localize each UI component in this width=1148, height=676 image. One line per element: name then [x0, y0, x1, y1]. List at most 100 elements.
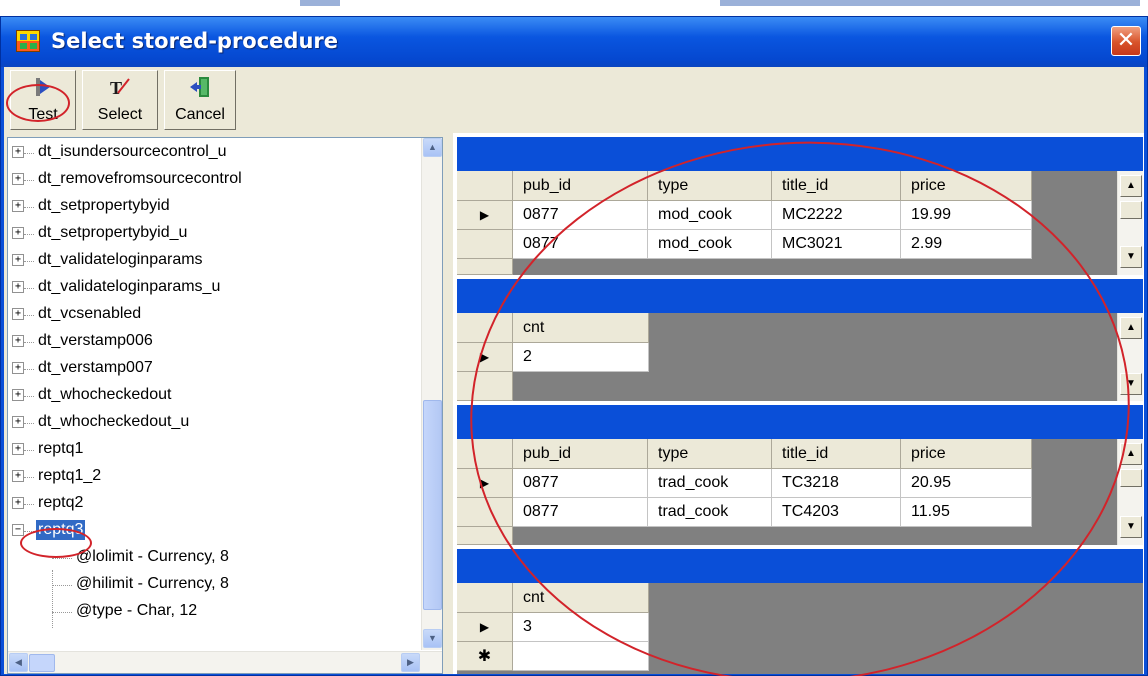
scroll-up-button[interactable]: ▲	[1120, 175, 1142, 197]
title-bar[interactable]: Select stored-procedure ✕	[1, 17, 1147, 67]
close-button[interactable]: ✕	[1111, 26, 1141, 56]
scroll-up-button[interactable]: ▲	[1120, 443, 1142, 465]
row-header[interactable]	[457, 259, 513, 275]
column-header[interactable]: title_id	[772, 439, 901, 469]
splitter[interactable]	[443, 133, 453, 674]
tree-vertical-scrollbar[interactable]: ▲ ▼	[421, 138, 442, 650]
grid-cell[interactable]: MC2222	[772, 201, 901, 230]
tree-node-label[interactable]: reptq2	[36, 493, 85, 513]
row-header[interactable]	[457, 230, 513, 259]
tree-node-label[interactable]: dt_validateloginparams	[36, 250, 205, 270]
scroll-thumb[interactable]	[423, 400, 442, 610]
expand-toggle[interactable]: +	[12, 389, 24, 401]
tree-node-label[interactable]: dt_validateloginparams_u	[36, 277, 222, 297]
grid-cell[interactable]: 0877	[513, 230, 648, 259]
tree-node-label[interactable]: dt_vcsenabled	[36, 304, 143, 324]
column-header[interactable]: cnt	[513, 313, 649, 343]
grid-cell[interactable]: TC3218	[772, 469, 901, 498]
grid-cell[interactable]: MC3021	[772, 230, 901, 259]
expand-toggle[interactable]: +	[12, 497, 24, 509]
tree-horizontal-scrollbar[interactable]: ◀ ▶	[8, 651, 442, 673]
scroll-down-button[interactable]: ▼	[423, 629, 442, 648]
expand-toggle[interactable]: +	[12, 200, 24, 212]
row-header-current[interactable]: ▶	[457, 343, 513, 372]
parameter-label[interactable]: @hilimit - Currency, 8	[74, 574, 231, 594]
grid-cell[interactable]: TC4203	[772, 498, 901, 527]
tree-node-label[interactable]: dt_setpropertybyid_u	[36, 223, 189, 243]
grid-cell[interactable]: 2	[513, 343, 649, 372]
grid-cell[interactable]: trad_cook	[648, 469, 772, 498]
tree-node-label[interactable]: reptq1	[36, 439, 85, 459]
column-header[interactable]: pub_id	[513, 439, 648, 469]
scroll-right-button[interactable]: ▶	[401, 653, 420, 672]
scroll-thumb[interactable]	[1120, 469, 1142, 487]
result-grid-3[interactable]: pub_id type title_id price ▶ 0877 trad_c…	[457, 405, 1143, 545]
grid-cell[interactable]: mod_cook	[648, 230, 772, 259]
grid-cell[interactable]: 2.99	[901, 230, 1032, 259]
new-row-marker[interactable]: ✱	[457, 642, 513, 671]
grid-cell[interactable]: 0877	[513, 469, 648, 498]
tree-node-label[interactable]: dt_whocheckedout	[36, 385, 173, 405]
expand-toggle[interactable]: +	[12, 281, 24, 293]
tree-node-label[interactable]: dt_removefromsourcecontrol	[36, 169, 244, 189]
expand-toggle[interactable]: +	[12, 146, 24, 158]
column-header[interactable]: pub_id	[513, 171, 648, 201]
row-header-current[interactable]: ▶	[457, 469, 513, 498]
procedure-tree[interactable]: + dt_isundersourcecontrol_u + dt_removefro…	[7, 137, 443, 674]
grid-cell[interactable]: 20.95	[901, 469, 1032, 498]
column-header[interactable]: type	[648, 171, 772, 201]
grid-cell[interactable]: trad_cook	[648, 498, 772, 527]
grid-cell[interactable]: mod_cook	[648, 201, 772, 230]
tree-node-label[interactable]: reptq1_2	[36, 466, 103, 486]
grid-cell-new[interactable]	[513, 642, 649, 671]
row-header-current[interactable]: ▶	[457, 613, 513, 642]
select-button[interactable]: T Select	[82, 70, 158, 130]
expand-toggle[interactable]: +	[12, 470, 24, 482]
scroll-thumb[interactable]	[29, 654, 55, 672]
grid-scrollbar[interactable]: ▲ ▼	[1117, 313, 1143, 401]
grid-cell[interactable]: 3	[513, 613, 649, 642]
expand-toggle[interactable]: +	[12, 335, 24, 347]
result-grid-1[interactable]: pub_id type title_id price ▶ 0877 mod_co…	[457, 137, 1143, 275]
column-header[interactable]: type	[648, 439, 772, 469]
row-header[interactable]	[457, 498, 513, 527]
column-header[interactable]: title_id	[772, 171, 901, 201]
grid-scrollbar[interactable]: ▲ ▼	[1117, 171, 1143, 275]
result-grid-4[interactable]: cnt ▶ 3 ✱	[457, 549, 1143, 674]
test-button[interactable]: Test	[10, 70, 76, 130]
expand-toggle[interactable]: +	[12, 254, 24, 266]
grid-cell[interactable]: 0877	[513, 498, 648, 527]
scroll-up-button[interactable]: ▲	[1120, 317, 1142, 339]
expand-toggle[interactable]: +	[12, 443, 24, 455]
column-header[interactable]: cnt	[513, 583, 649, 613]
scroll-down-button[interactable]: ▼	[1120, 516, 1142, 538]
scroll-down-button[interactable]: ▼	[1120, 373, 1142, 395]
scroll-up-button[interactable]: ▲	[423, 138, 442, 157]
grid-cell[interactable]: 0877	[513, 201, 648, 230]
result-grid-2[interactable]: cnt ▶ 2 ▲ ▼	[457, 279, 1143, 401]
expand-toggle[interactable]: +	[12, 308, 24, 320]
parameter-label[interactable]: @lolimit - Currency, 8	[74, 547, 231, 567]
grid-cell[interactable]: 11.95	[901, 498, 1032, 527]
grid-scrollbar[interactable]: ▲ ▼	[1117, 439, 1143, 545]
expand-toggle[interactable]: +	[12, 362, 24, 374]
parameter-label[interactable]: @type - Char, 12	[74, 601, 199, 621]
tree-node-label[interactable]: dt_setpropertybyid	[36, 196, 172, 216]
collapse-toggle[interactable]: −	[12, 524, 24, 536]
scroll-thumb[interactable]	[1120, 201, 1142, 219]
cancel-button[interactable]: Cancel	[164, 70, 236, 130]
tree-node-label[interactable]: dt_verstamp007	[36, 358, 155, 378]
grid-cell[interactable]: 19.99	[901, 201, 1032, 230]
tree-node-label[interactable]: dt_isundersourcecontrol_u	[36, 142, 229, 162]
expand-toggle[interactable]: +	[12, 227, 24, 239]
tree-node-label[interactable]: reptq3	[36, 520, 86, 540]
tree-node-label[interactable]: dt_whocheckedout_u	[36, 412, 191, 432]
column-header[interactable]: price	[901, 439, 1032, 469]
expand-toggle[interactable]: +	[12, 173, 24, 185]
row-header[interactable]	[457, 527, 513, 545]
scroll-left-button[interactable]: ◀	[9, 653, 28, 672]
row-header-current[interactable]: ▶	[457, 201, 513, 230]
scroll-down-button[interactable]: ▼	[1120, 246, 1142, 268]
column-header[interactable]: price	[901, 171, 1032, 201]
row-header[interactable]	[457, 372, 513, 401]
